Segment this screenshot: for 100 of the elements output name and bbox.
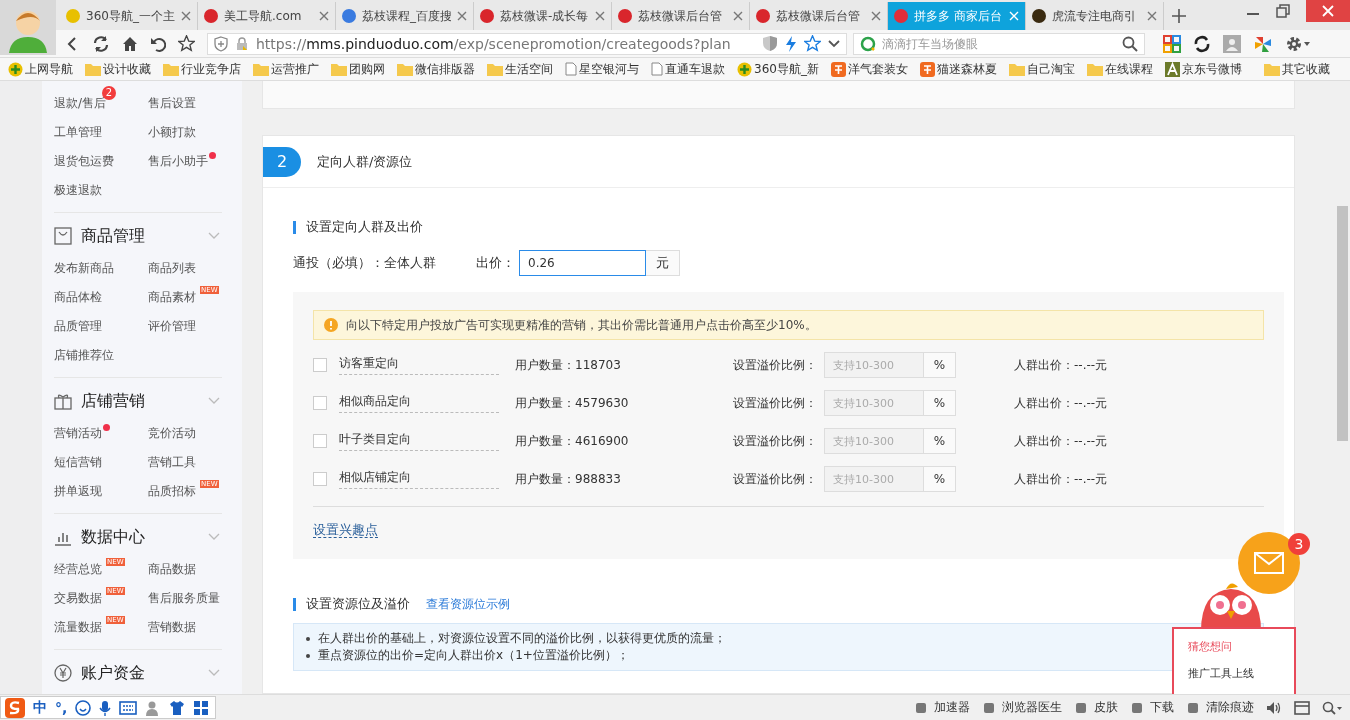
- bookmark-item[interactable]: 设计收藏: [85, 60, 151, 78]
- home-icon[interactable]: [122, 35, 138, 52]
- bookmark-item[interactable]: 猫迷森林夏: [919, 60, 997, 78]
- sidebar-link[interactable]: 商品素材: [148, 289, 196, 306]
- bookmark-item[interactable]: 360导航_新: [737, 60, 819, 78]
- bookmark-item[interactable]: 其它收藏: [1264, 60, 1330, 78]
- unit-addon: %: [924, 428, 956, 454]
- bookmark-item[interactable]: 生活空间: [487, 60, 553, 78]
- sidebar-link[interactable]: 售后小助手: [148, 153, 208, 170]
- status-bar-item[interactable]: 清除痕迹: [1186, 699, 1254, 716]
- sidebar-link[interactable]: 小额打款: [148, 124, 196, 141]
- sidebar-link[interactable]: 退货包运费: [54, 153, 114, 170]
- question-link[interactable]: 推广工具上线: [1188, 666, 1280, 681]
- bookmark-item[interactable]: 自己淘宝: [1008, 60, 1075, 78]
- sidebar-link[interactable]: 竞价活动: [148, 425, 196, 442]
- address-bar[interactable]: https://mms.pinduoduo.com/exp/scenepromotion/creategoods?plan: [207, 32, 847, 55]
- search-input[interactable]: 滴滴打车当场傻眼: [880, 35, 1118, 52]
- window-close-button[interactable]: [1306, 0, 1350, 22]
- close-icon[interactable]: [1147, 11, 1157, 21]
- reload-icon[interactable]: [92, 34, 110, 53]
- bookmark-item[interactable]: 行业竞争店: [163, 60, 241, 78]
- sidebar-link[interactable]: 售后服务质量: [148, 590, 220, 607]
- settings-icon[interactable]: [1285, 34, 1311, 53]
- sidebar-link[interactable]: 评价管理: [148, 318, 196, 335]
- checkbox[interactable]: [313, 434, 327, 448]
- lightning-icon[interactable]: [785, 35, 797, 52]
- microphone-icon[interactable]: [99, 699, 112, 716]
- ime-mode[interactable]: 中: [33, 698, 47, 717]
- sidebar-link[interactable]: 营销工具: [148, 454, 196, 471]
- status-bar-item[interactable]: 下载: [1130, 699, 1174, 716]
- sidebar-link[interactable]: 拼单返现: [54, 483, 102, 500]
- bookmark-item[interactable]: 星空银河与: [565, 60, 639, 78]
- status-bar-item[interactable]: 皮肤: [1074, 699, 1118, 716]
- folder-icon: [85, 62, 101, 76]
- zoom-icon[interactable]: [1322, 700, 1342, 715]
- sidebar-link[interactable]: 营销活动: [54, 425, 102, 442]
- punctuation-mode[interactable]: °,: [55, 699, 68, 716]
- star-icon[interactable]: [804, 35, 821, 52]
- sidebar-link[interactable]: 商品体检: [54, 289, 102, 306]
- sidebar-link[interactable]: 商品列表: [148, 260, 196, 277]
- example-link[interactable]: 查看资源位示例: [426, 595, 510, 613]
- chevron-down-icon[interactable]: [828, 39, 840, 48]
- close-icon[interactable]: [595, 11, 605, 21]
- bookmark-item[interactable]: 京东号微博: [1164, 60, 1242, 78]
- apps-icon[interactable]: [1163, 34, 1181, 53]
- sidebar-link[interactable]: 店铺推荐位: [54, 347, 114, 364]
- sidebar-link[interactable]: 工单管理: [54, 124, 102, 141]
- section-title: 账户资金: [81, 662, 146, 684]
- status-bar-item[interactable]: 加速器: [914, 699, 970, 716]
- bookmark-item[interactable]: 在线课程: [1086, 60, 1153, 78]
- sidebar-link[interactable]: 品质管理: [54, 318, 102, 335]
- pinwheel-icon[interactable]: [1253, 34, 1273, 53]
- grid-icon[interactable]: [193, 699, 210, 716]
- field-label: 出价：: [476, 254, 515, 272]
- checkbox[interactable]: [313, 472, 327, 486]
- sidebar-link[interactable]: 流量数据: [54, 619, 102, 636]
- sidebar-link[interactable]: 经营总览: [54, 561, 102, 578]
- bid-input[interactable]: 0.26: [519, 250, 646, 276]
- interest-link[interactable]: 设置兴趣点: [313, 522, 378, 538]
- notice-text: 向以下特定用户投放广告可实现更精准的营销，其出价需比普通用户点击价高至少10%。: [346, 316, 817, 334]
- sidebar-link[interactable]: 品质招标: [148, 483, 196, 500]
- window-icon[interactable]: [1294, 700, 1310, 715]
- shield-icon[interactable]: [762, 35, 778, 52]
- sidebar-link[interactable]: 交易数据: [54, 590, 102, 607]
- search-icon[interactable]: [1122, 35, 1138, 52]
- image-icon[interactable]: [1223, 34, 1241, 53]
- sidebar-link[interactable]: 短信营销: [54, 454, 102, 471]
- close-icon[interactable]: [871, 11, 881, 21]
- bookmark-item[interactable]: 微信排版器: [397, 60, 475, 78]
- sidebar-link[interactable]: 商品数据: [148, 561, 196, 578]
- sidebar-link[interactable]: 售后设置: [148, 95, 196, 112]
- bookmark-item[interactable]: 上网导航: [8, 60, 73, 78]
- sidebar-link[interactable]: 极速退款: [54, 182, 102, 199]
- ime-logo-icon[interactable]: [5, 697, 25, 718]
- step-title: 定向人群/资源位: [317, 152, 413, 171]
- new-tab-icon[interactable]: [1172, 9, 1186, 23]
- bookmark-item[interactable]: 洋气套装女: [830, 60, 908, 78]
- close-icon[interactable]: [181, 11, 191, 21]
- bookmark-item[interactable]: 直通车退款: [651, 60, 725, 78]
- smiley-icon[interactable]: [75, 699, 92, 716]
- sidebar-link[interactable]: 发布新商品: [54, 260, 114, 277]
- keyboard-icon[interactable]: [119, 700, 138, 715]
- close-icon[interactable]: [457, 11, 467, 21]
- close-icon[interactable]: [733, 11, 743, 21]
- bookmark-item[interactable]: 运营推广: [253, 60, 319, 78]
- user-count: 用户数量：988833: [515, 470, 622, 488]
- section-title: 商品管理: [81, 225, 146, 247]
- checkbox[interactable]: [313, 358, 327, 372]
- sidebar-link[interactable]: 营销数据: [148, 619, 196, 636]
- search-field[interactable]: 滴滴打车当场傻眼: [853, 32, 1145, 55]
- star-icon[interactable]: [178, 35, 195, 52]
- checkbox[interactable]: [313, 396, 327, 410]
- sync-icon[interactable]: [1193, 34, 1211, 53]
- site-icon: [737, 61, 752, 77]
- close-icon[interactable]: [319, 11, 329, 21]
- volume-icon[interactable]: [1266, 700, 1282, 715]
- undo-icon[interactable]: [150, 35, 166, 52]
- restore-icon[interactable]: [1276, 4, 1290, 18]
- status-bar-item[interactable]: 浏览器医生: [982, 699, 1062, 716]
- bookmark-item[interactable]: 团购网: [331, 60, 385, 78]
